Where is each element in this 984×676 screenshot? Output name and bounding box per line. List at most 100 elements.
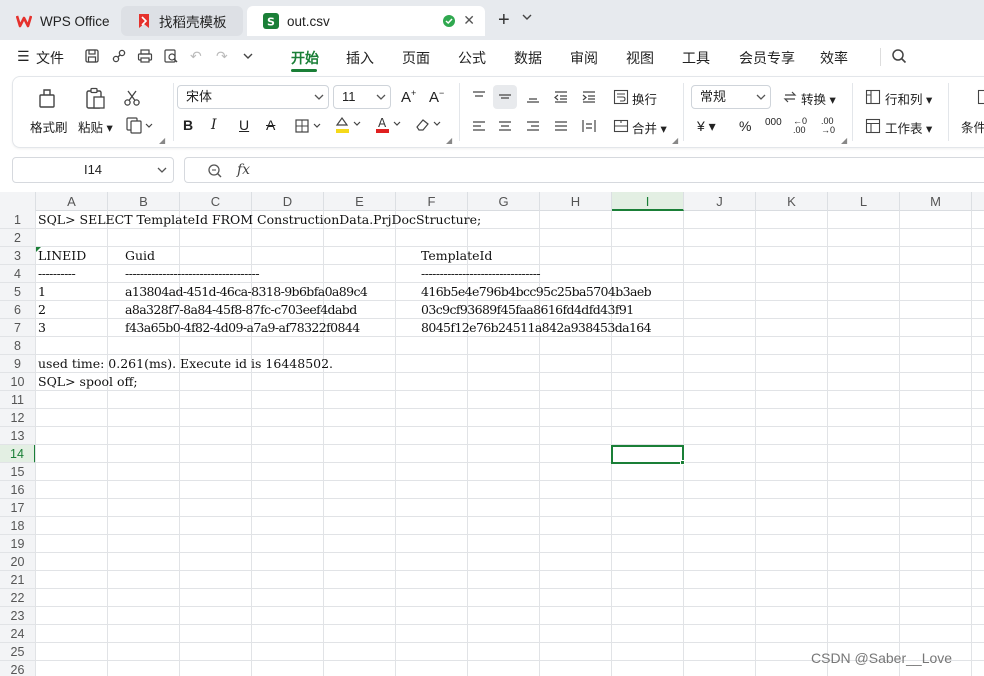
row-header-10[interactable]: 10 xyxy=(0,373,36,391)
underline-button[interactable]: U xyxy=(239,117,249,133)
column-header-a[interactable]: A xyxy=(36,192,108,211)
spreadsheet-grid[interactable]: A B C D E F G H I J K L M 1 2 3 4 5 6 7 8 9 10 11 1… xyxy=(0,192,984,676)
cell-a5[interactable]: 1 xyxy=(38,283,46,301)
row-header-20[interactable]: 20 xyxy=(0,553,36,571)
font-name-select[interactable]: 宋体 xyxy=(177,85,329,109)
percent-icon[interactable]: % xyxy=(739,118,751,134)
zoom-search-icon[interactable] xyxy=(207,163,223,179)
cell-f4[interactable]: -------------------------------- xyxy=(421,265,541,283)
font-size-select[interactable]: 11 xyxy=(333,85,391,109)
row-header-22[interactable]: 22 xyxy=(0,589,36,607)
cell-b7[interactable]: f43a65b0-4f82-4d09-a7a9-af78322f0844 xyxy=(125,319,360,337)
row-header-23[interactable]: 23 xyxy=(0,607,36,625)
bold-button[interactable]: B xyxy=(183,117,193,133)
menu-data[interactable]: 数据 xyxy=(514,48,542,68)
cell-b4[interactable]: ------------------------------------ xyxy=(125,265,260,283)
row-header-21[interactable]: 21 xyxy=(0,571,36,589)
copy-icon[interactable] xyxy=(123,115,157,135)
column-header-k[interactable]: K xyxy=(756,192,828,211)
menu-formula[interactable]: 公式 xyxy=(458,48,486,68)
select-all-corner[interactable] xyxy=(0,192,36,211)
paste-label[interactable]: 粘贴 ▾ xyxy=(78,117,113,136)
cell-b6[interactable]: a8a328f7-8a84-45f8-87fc-c703eef4dabd xyxy=(125,301,357,319)
group-expand-icon[interactable]: ◢ xyxy=(446,136,452,145)
cell-f3[interactable]: TemplateId xyxy=(421,247,492,265)
name-box[interactable]: I14 xyxy=(12,157,174,183)
align-center-icon[interactable] xyxy=(495,117,515,135)
column-header-h[interactable]: H xyxy=(540,192,612,211)
cell-a3[interactable]: LINEID xyxy=(38,247,86,265)
font-color-icon[interactable]: A xyxy=(373,115,405,135)
align-middle-icon[interactable] xyxy=(493,85,517,109)
border-icon[interactable] xyxy=(293,117,325,135)
clear-format-icon[interactable] xyxy=(413,115,445,135)
search-icon[interactable] xyxy=(891,48,907,64)
save-icon[interactable] xyxy=(84,48,100,64)
column-header-e[interactable]: E xyxy=(324,192,396,211)
selected-cell-i14[interactable] xyxy=(611,445,684,464)
cell-a9[interactable]: used time: 0.261(ms). Execute id is 1644… xyxy=(38,355,333,373)
align-bottom-icon[interactable] xyxy=(523,87,543,107)
chevron-down-icon[interactable] xyxy=(522,13,532,21)
row-header-3[interactable]: 3 xyxy=(0,247,36,265)
column-header-m[interactable]: M xyxy=(900,192,972,211)
row-header-5[interactable]: 5 xyxy=(0,283,36,301)
tab-out-csv[interactable]: S out.csv ✕ xyxy=(247,6,485,36)
row-header-15[interactable]: 15 xyxy=(0,463,36,481)
wrap-text-label[interactable]: 换行 xyxy=(632,89,657,108)
decrease-decimal-icon[interactable]: .00 →0 xyxy=(821,117,841,135)
menu-review[interactable]: 审阅 xyxy=(570,48,598,68)
menu-efficiency[interactable]: 效率 xyxy=(820,48,848,68)
column-header-i[interactable]: I xyxy=(612,192,684,211)
column-header-f[interactable]: F xyxy=(396,192,468,211)
row-header-16[interactable]: 16 xyxy=(0,481,36,499)
row-header-13[interactable]: 13 xyxy=(0,427,36,445)
cell-b3[interactable]: Guid xyxy=(125,247,155,265)
group-expand-icon[interactable]: ◢ xyxy=(841,136,847,145)
increase-indent-icon[interactable] xyxy=(579,87,599,107)
worksheet-icon[interactable] xyxy=(863,117,883,135)
currency-icon[interactable]: ¥ ▾ xyxy=(697,118,716,135)
row-header-9[interactable]: 9 xyxy=(0,355,36,373)
number-format-select[interactable]: 常规 xyxy=(691,85,771,109)
export-pdf-icon[interactable] xyxy=(111,48,127,64)
row-header-8[interactable]: 8 xyxy=(0,337,36,355)
conditional-format-icon[interactable] xyxy=(975,87,984,107)
print-icon[interactable] xyxy=(137,48,153,64)
hamburger-icon[interactable]: ☰ xyxy=(17,48,30,65)
menu-insert[interactable]: 插入 xyxy=(346,48,374,68)
cut-icon[interactable] xyxy=(121,87,143,109)
row-header-12[interactable]: 12 xyxy=(0,409,36,427)
fx-icon[interactable]: fx xyxy=(237,162,250,178)
increase-font-icon[interactable]: A+ xyxy=(401,88,416,106)
tab-daoke-template[interactable]: 找稻壳模板 xyxy=(121,6,243,36)
row-header-17[interactable]: 17 xyxy=(0,499,36,517)
worksheet-label[interactable]: 工作表 ▾ xyxy=(885,118,932,137)
distributed-align-icon[interactable] xyxy=(579,117,599,135)
row-header-18[interactable]: 18 xyxy=(0,517,36,535)
print-preview-icon[interactable] xyxy=(163,48,179,64)
align-left-icon[interactable] xyxy=(469,117,489,135)
cell-a4[interactable]: ---------- xyxy=(38,265,76,283)
align-right-icon[interactable] xyxy=(523,117,543,135)
cell-a7[interactable]: 3 xyxy=(38,319,46,337)
decrease-font-icon[interactable]: A− xyxy=(429,88,444,106)
row-header-4[interactable]: 4 xyxy=(0,265,36,283)
convert-icon[interactable] xyxy=(780,87,800,107)
row-header-14[interactable]: 14 xyxy=(0,445,36,463)
cell-a10[interactable]: SQL> spool off; xyxy=(38,373,138,391)
new-tab-icon[interactable]: + xyxy=(498,10,510,30)
row-header-24[interactable]: 24 xyxy=(0,625,36,643)
close-tab-icon[interactable]: ✕ xyxy=(463,12,475,29)
menu-member[interactable]: 会员专享 xyxy=(739,48,795,68)
tab-wps-office[interactable]: WPS Office xyxy=(0,6,116,36)
fill-handle[interactable] xyxy=(680,460,685,465)
merge-cells-icon[interactable] xyxy=(611,117,631,135)
group-expand-icon[interactable]: ◢ xyxy=(672,136,678,145)
wrap-text-icon[interactable] xyxy=(611,87,631,107)
column-header-b[interactable]: B xyxy=(108,192,180,211)
redo-icon[interactable]: ↷ xyxy=(216,48,228,65)
column-header-c[interactable]: C xyxy=(180,192,252,211)
row-header-2[interactable]: 2 xyxy=(0,229,36,247)
column-header-l[interactable]: L xyxy=(828,192,900,211)
